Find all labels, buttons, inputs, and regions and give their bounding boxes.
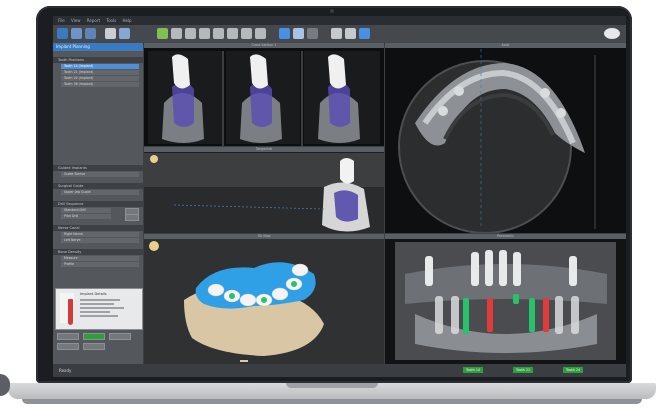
tool-gray-icon-4[interactable] [213, 28, 224, 39]
axial-viewport[interactable]: Axial [385, 43, 626, 233]
tooth-icon [150, 155, 158, 163]
section-drill-sequence[interactable]: Drill Sequence [53, 201, 143, 207]
laptop-screen: File View Report Tools Help Implant Plan… [53, 16, 626, 377]
list-item[interactable]: Tooth 14 (Implant) [61, 64, 139, 69]
implant-option-button[interactable] [57, 333, 79, 340]
left-panel: Implant Planning Tooth Positions Tooth 1… [53, 43, 143, 364]
list-item[interactable]: Tooth 24 (Implant) [61, 76, 139, 81]
axial-image [398, 49, 596, 233]
implant-image [60, 293, 74, 325]
tangential-viewport[interactable]: Tangential [144, 147, 384, 233]
section-nerve-canal[interactable]: Nerve Canal [53, 225, 143, 231]
laptop-base [0, 383, 664, 413]
status-tag[interactable]: Tooth 14 [463, 367, 484, 373]
menu-item-report[interactable]: Report [87, 18, 100, 23]
folder-icon[interactable] [71, 28, 82, 39]
search-icon[interactable] [359, 28, 370, 39]
list-item[interactable]: Profile [61, 262, 139, 267]
status-text: Ready [59, 368, 72, 373]
redo-icon[interactable] [345, 28, 356, 39]
undo-icon[interactable] [331, 28, 342, 39]
webcam-icon [330, 9, 334, 13]
menu-bar: File View Report Tools Help [53, 16, 626, 25]
list-item[interactable]: Upper Jaw Guide [61, 190, 139, 195]
status-tag[interactable]: Tooth 24 [563, 367, 584, 373]
menu-item-tools[interactable]: Tools [106, 18, 116, 23]
implant-line [80, 311, 110, 313]
list-item[interactable]: Guide Sleeve [61, 172, 139, 177]
panoramic-image [395, 242, 616, 360]
menu-item-view[interactable]: View [71, 18, 81, 23]
save-icon[interactable] [85, 28, 96, 39]
cross-section-1 [148, 51, 222, 144]
list-item[interactable]: Tooth 36 (Implant) [61, 82, 139, 87]
cross-section-2 [226, 51, 300, 144]
laptop-notch [286, 383, 378, 388]
cross-section-images [148, 51, 380, 146]
tool-gray-icon-5[interactable] [227, 28, 238, 39]
section-surgical-guide[interactable]: Surgical Guide [53, 183, 143, 189]
laptop-foot [22, 399, 642, 404]
tooth-icon[interactable] [105, 28, 116, 39]
implant-card[interactable]: Implant Details [55, 288, 143, 330]
pilot-button[interactable] [125, 214, 139, 221]
tool-gray-icon-6[interactable] [241, 28, 252, 39]
implant-option-button-3[interactable] [83, 343, 105, 350]
list-item[interactable]: Pilot Drill [61, 214, 111, 219]
section-bone-density[interactable]: Bone Density [53, 249, 143, 255]
implant-card-title: Implant Details [80, 292, 107, 296]
3d-viewport[interactable]: 3D View [144, 234, 384, 364]
tooth-icon [149, 241, 159, 251]
list-item[interactable]: Tooth 21 (Implant) [61, 70, 139, 75]
implant-accept-button[interactable] [83, 333, 105, 340]
tool-gray-icon-3[interactable] [199, 28, 210, 39]
implant-icon [68, 299, 73, 325]
list-item[interactable]: Right Nerve [61, 232, 139, 237]
window-level-icon[interactable] [307, 28, 318, 39]
menu-item-file[interactable]: File [58, 18, 65, 23]
tool-gray-icon-2[interactable] [185, 28, 196, 39]
zoom-icon[interactable] [293, 28, 304, 39]
view-icon[interactable] [119, 28, 130, 39]
list-item[interactable]: Standard Drill [61, 208, 111, 213]
toolbar [53, 25, 626, 44]
status-tag[interactable]: Tooth 21 [513, 367, 534, 373]
tool-gray-icon[interactable] [171, 28, 182, 39]
implant-line [80, 303, 114, 305]
implant-cancel-button[interactable] [109, 333, 131, 340]
panel-title: Implant Planning [53, 43, 143, 51]
panoramic-viewport[interactable]: Panoramic [385, 234, 626, 364]
3d-model-image [149, 241, 324, 362]
cross-section-3 [304, 51, 380, 144]
tool-gray-icon-7[interactable] [255, 28, 266, 39]
implant-line [80, 315, 118, 317]
tangential-image [144, 153, 384, 233]
section-tooth-positions[interactable]: Tooth Positions [53, 57, 143, 63]
cross-section-viewport[interactable]: Cross Section 1 [144, 43, 384, 146]
list-item[interactable]: Measure [61, 256, 139, 261]
implant-option-button-2[interactable] [57, 343, 79, 350]
implant-line [80, 299, 120, 301]
menu-icon[interactable] [57, 28, 68, 39]
section-guided-implants[interactable]: Guided Implants [53, 165, 143, 171]
tool-green-icon[interactable] [157, 28, 168, 39]
list-item[interactable]: Left Nerve [61, 238, 139, 243]
window-icon[interactable] [604, 28, 620, 39]
status-bar: Ready Tooth 14 Tooth 21 Tooth 24 [53, 364, 626, 377]
move-icon[interactable] [279, 28, 290, 39]
menu-item-help[interactable]: Help [122, 18, 131, 23]
implant-line [80, 307, 124, 309]
